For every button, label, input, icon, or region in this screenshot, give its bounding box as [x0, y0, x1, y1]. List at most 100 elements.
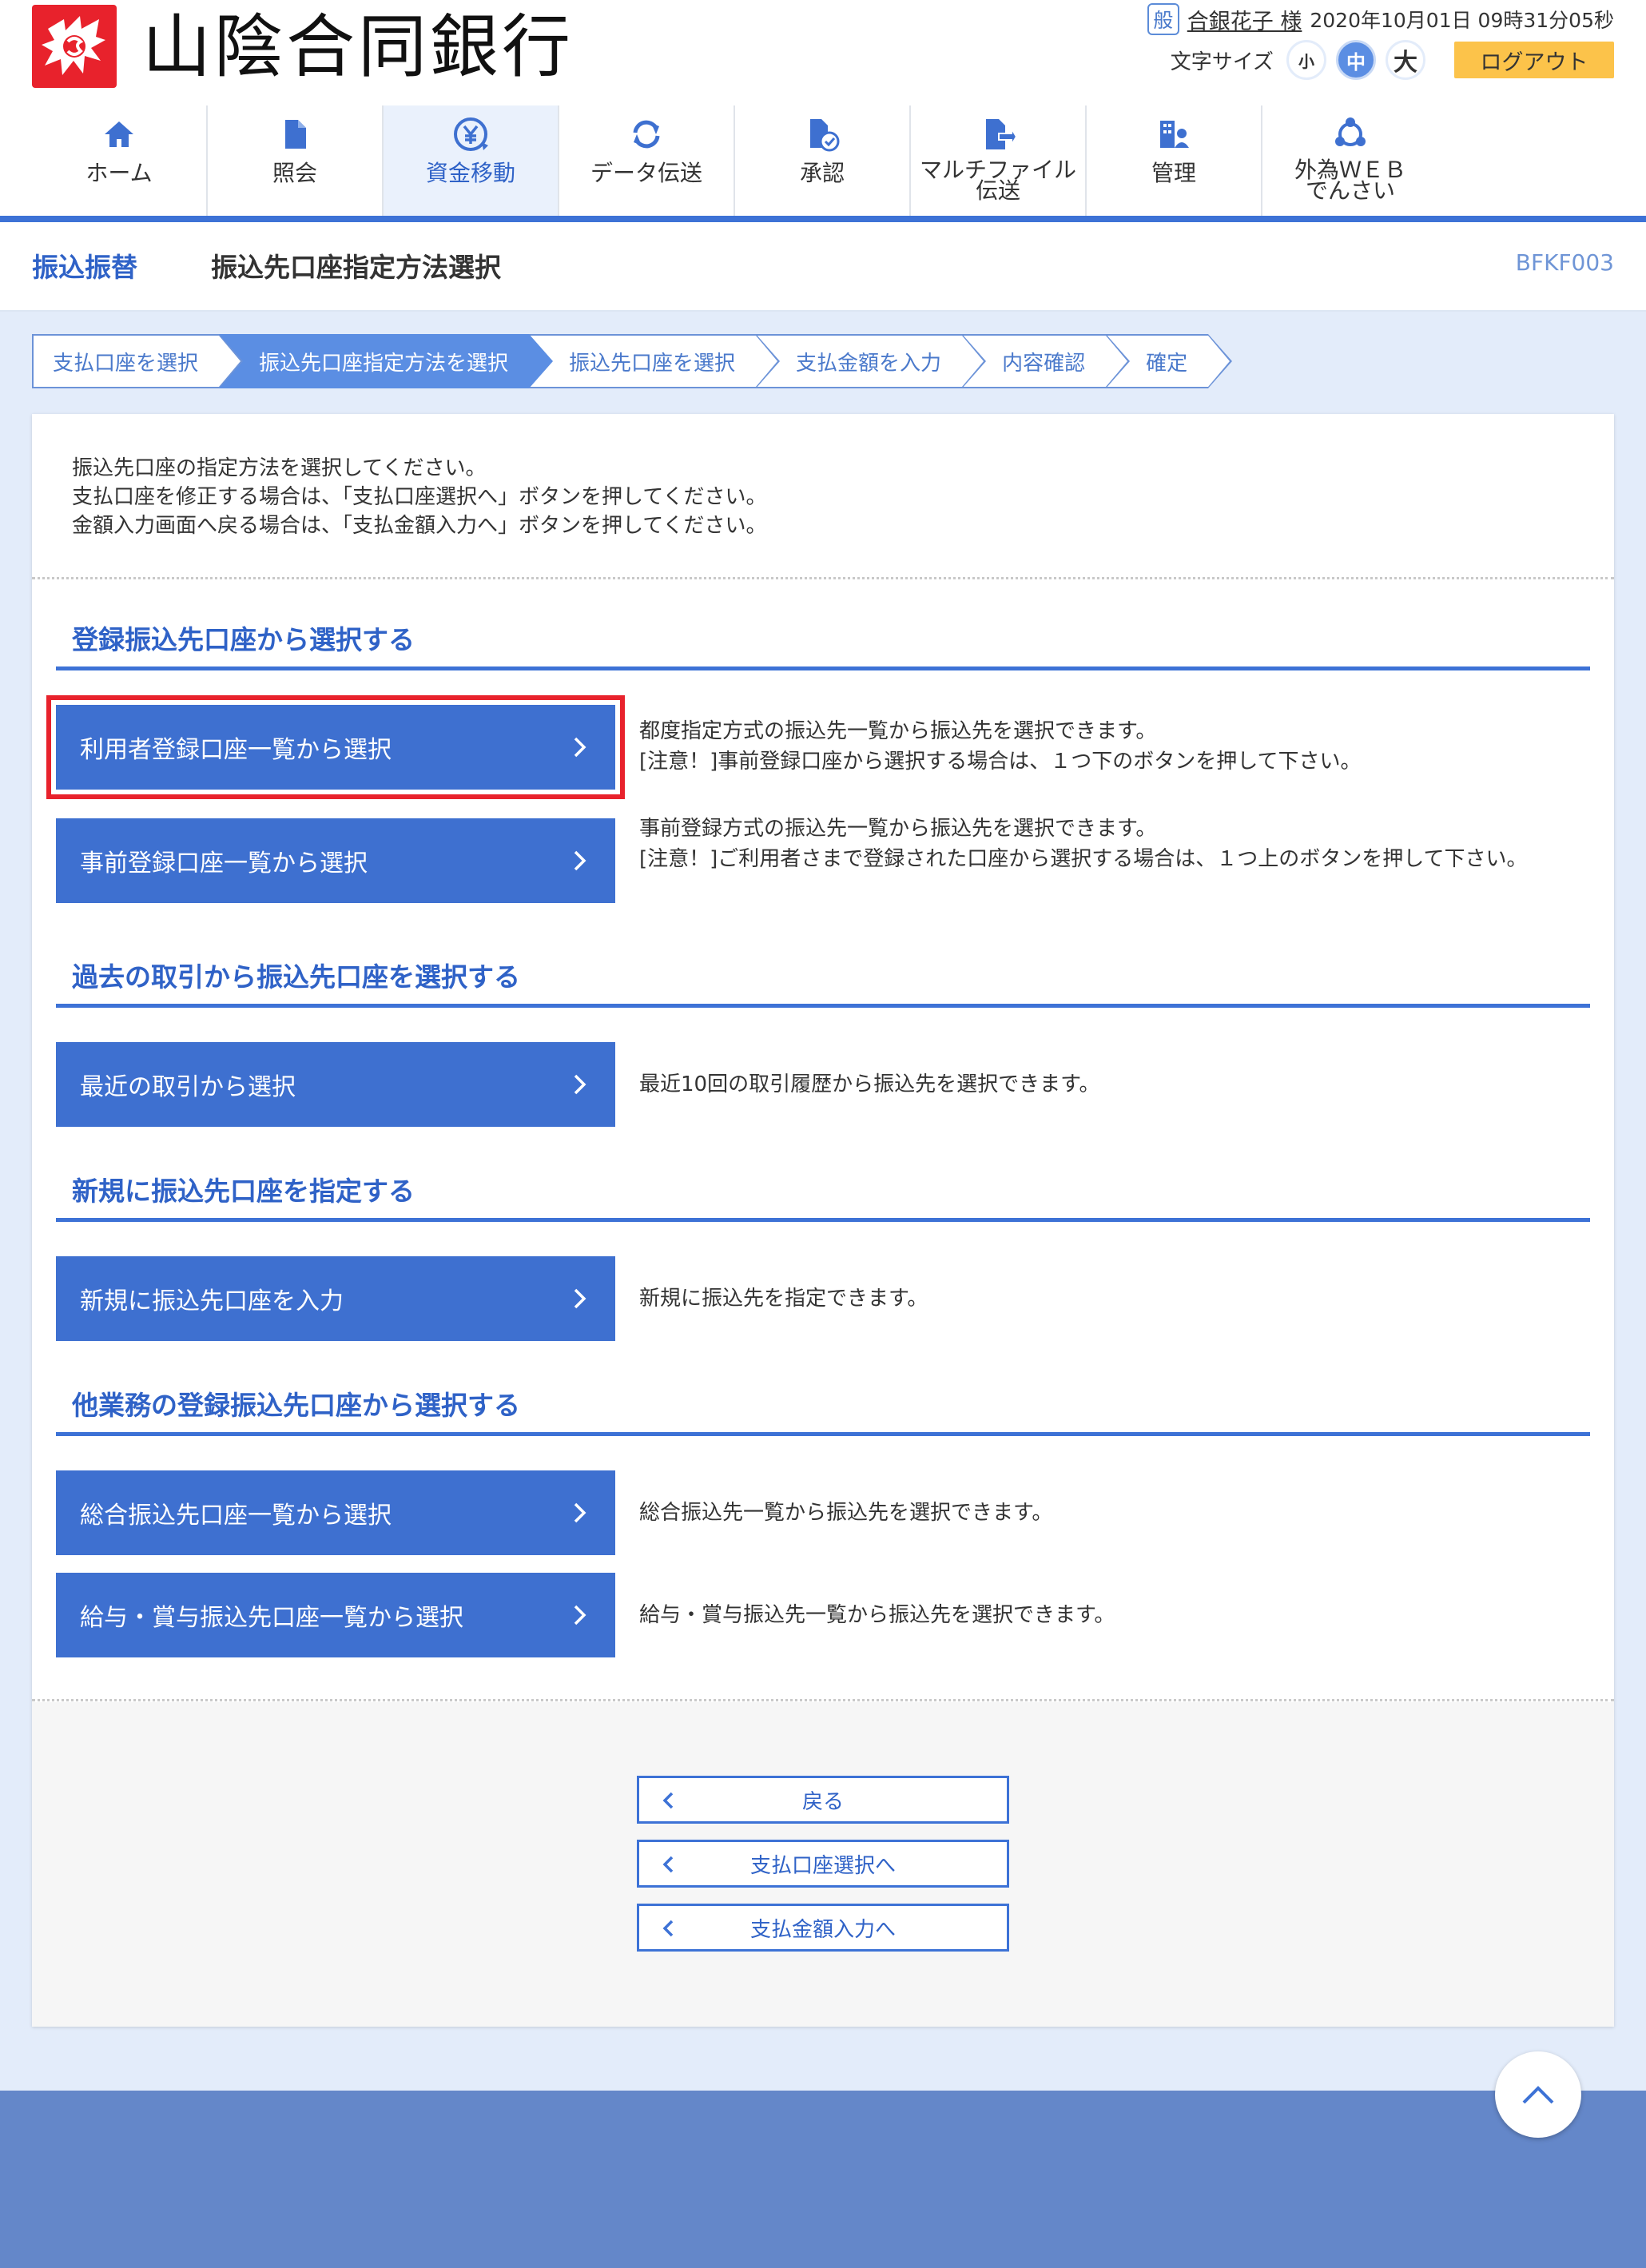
file-transfer-icon: [977, 113, 1019, 155]
section-title-registered: 登録振込先口座から選択する: [72, 624, 415, 655]
screen-id: BFKF003: [1515, 249, 1614, 276]
select-from-recent-transactions-button[interactable]: 最近の取引から選択: [56, 1042, 615, 1127]
page-header: 振込振替 振込先口座指定方法選択 BFKF003: [0, 222, 1646, 312]
nav-label: 照会: [272, 160, 317, 186]
font-size-large-button[interactable]: 大: [1386, 40, 1425, 80]
chevron-right-icon: [574, 1502, 586, 1523]
footer-button-area: 戻る 支払口座選択へ 支払金額入力へ: [32, 1702, 1614, 2027]
network-icon: [1330, 113, 1371, 155]
bank-logo-icon: [32, 5, 117, 88]
progress-steps: 支払口座を選択 振込先口座指定方法を選択 振込先口座を選択 支払金額を入力 内容…: [32, 334, 1233, 388]
section-underline: [56, 1004, 1590, 1008]
general-transfer-description: 総合振込先一覧から振込先を選択できます。: [639, 1501, 1053, 1525]
logout-button[interactable]: ログアウト: [1454, 42, 1614, 78]
step-select-payee-account: 振込先口座を選択: [529, 334, 781, 388]
salary-bonus-description: 給与・賞与振込先一覧から振込先を選択できます。: [639, 1603, 1115, 1627]
chevron-right-icon: [574, 850, 586, 871]
pre-registered-description: 事前登録方式の振込先一覧から振込先を選択できます。 [注意！]ご利用者さまで登録…: [639, 814, 1574, 874]
nav-label: マルチファイル 伝送: [919, 157, 1076, 204]
nav-item-home[interactable]: ホーム: [32, 105, 208, 216]
chevron-left-icon: [662, 1856, 674, 1873]
user-type-badge: 般: [1147, 3, 1179, 35]
user-info: 般 合銀花子 様 2020年10月01日 09時31分05秒: [1147, 3, 1614, 35]
nav-label: 承認: [799, 160, 845, 186]
font-size-switcher: 文字サイズ 小 中 大 ログアウト: [1171, 38, 1614, 82]
home-icon: [98, 113, 140, 155]
chevron-right-icon: [574, 1288, 586, 1309]
description-line: [注意！]事前登録口座から選択する場合は、１つ下のボタンを押して下さい。: [639, 750, 1362, 774]
description-line: 都度指定方式の振込先一覧から振込先を選択できます。: [639, 719, 1157, 743]
description-line: 事前登録方式の振込先一覧から振込先を選択できます。: [639, 817, 1157, 841]
sync-icon: [626, 113, 667, 155]
step-select-method: 振込先口座指定方法を選択: [219, 334, 554, 388]
button-label: 利用者登録口座一覧から選択: [80, 736, 392, 764]
chevron-right-icon: [574, 1605, 586, 1625]
section-underline: [56, 1432, 1590, 1436]
nav-label: ホーム: [85, 160, 153, 186]
building-user-icon: [1153, 113, 1195, 155]
nav-item-approval[interactable]: 承認: [735, 105, 911, 216]
select-from-salary-bonus-button[interactable]: 給与・賞与振込先口座一覧から選択: [56, 1573, 615, 1657]
description-line: [注意！]ご利用者さまで登録された口座から選択する場合は、１つ上のボタンを押して…: [639, 847, 1528, 871]
header: 山陰合同銀行 般 合銀花子 様 2020年10月01日 09時31分05秒 文字…: [0, 0, 1646, 104]
select-from-user-registered-button[interactable]: 利用者登録口座一覧から選択: [46, 695, 625, 799]
to-payment-account-button[interactable]: 支払口座選択へ: [637, 1840, 1009, 1888]
section-title-history: 過去の取引から振込先口座を選択する: [72, 961, 520, 993]
instruction-line: 振込先口座の指定方法を選択してください。: [72, 456, 487, 480]
scroll-to-top-button[interactable]: [1495, 2051, 1581, 2138]
instruction-line: 金額入力画面へ戻る場合は、「支払金額入力へ」ボタンを押してください。: [72, 514, 767, 538]
nav-item-fund-transfer[interactable]: 資金移動: [384, 105, 559, 216]
chevron-left-icon: [662, 1792, 674, 1809]
button-label: 事前登録口座一覧から選択: [80, 850, 368, 877]
divider: [32, 577, 1614, 579]
nav-label: データ伝送: [590, 160, 702, 186]
to-payment-amount-button[interactable]: 支払金額入力へ: [637, 1904, 1009, 1952]
nav-item-data-transmission[interactable]: データ伝送: [559, 105, 735, 216]
select-from-general-transfer-button[interactable]: 総合振込先口座一覧から選択: [56, 1470, 615, 1555]
global-nav: ホーム 照会 資金移動 データ伝送 承認 マルチファイル 伝送 管理 外為ＷＥＢ…: [32, 105, 1438, 216]
section-title-other-business: 他業務の登録振込先口座から選択する: [72, 1390, 520, 1421]
user-name-link[interactable]: 合銀花子 様: [1187, 4, 1302, 35]
yen-transfer-icon: [450, 113, 491, 155]
button-label: 給与・賞与振込先口座一覧から選択: [80, 1604, 463, 1632]
section-underline: [56, 1218, 1590, 1222]
select-from-pre-registered-button[interactable]: 事前登録口座一覧から選択: [56, 818, 615, 903]
button-label: 新規に振込先口座を入力: [80, 1287, 344, 1315]
bank-name: 山陰合同銀行: [142, 7, 574, 87]
instructions: 振込先口座の指定方法を選択してください。 支払口座を修正する場合は、「支払口座選…: [72, 454, 766, 540]
section-underline: [56, 666, 1590, 670]
chevron-left-icon: [662, 1920, 674, 1937]
button-label: 総合振込先口座一覧から選択: [80, 1502, 392, 1530]
chevron-right-icon: [574, 1074, 586, 1095]
button-label: 支払金額入力へ: [749, 1917, 896, 1942]
instruction-line: 支払口座を修正する場合は、「支払口座選択へ」ボタンを押してください。: [72, 485, 767, 509]
step-select-payment-account: 支払口座を選択: [32, 334, 244, 388]
button-label: 戻る: [801, 1789, 844, 1814]
approval-icon: [801, 113, 843, 155]
input-new-payee-account-button[interactable]: 新規に振込先口座を入力: [56, 1256, 615, 1341]
section-title-new: 新規に振込先口座を指定する: [72, 1176, 415, 1207]
user-registered-description: 都度指定方式の振込先一覧から振込先を選択できます。 [注意！]事前登録口座から選…: [639, 716, 1574, 777]
nav-label: 管理: [1151, 160, 1196, 186]
font-size-medium-button[interactable]: 中: [1336, 40, 1376, 80]
footer: [0, 2091, 1646, 2268]
recent-transactions-description: 最近10回の取引履歴から振込先を選択できます。: [639, 1072, 1100, 1096]
new-payee-description: 新規に振込先を指定できます。: [639, 1287, 928, 1311]
nav-item-management[interactable]: 管理: [1087, 105, 1262, 216]
nav-item-forex-web-densai[interactable]: 外為ＷＥＢ でんさい: [1262, 105, 1438, 216]
content-panel: 振込先口座の指定方法を選択してください。 支払口座を修正する場合は、「支払口座選…: [32, 414, 1614, 2027]
font-size-label: 文字サイズ: [1170, 50, 1274, 74]
chevron-up-icon: [1522, 2086, 1554, 2104]
divider: [32, 1699, 1614, 1701]
nav-label: 資金移動: [425, 160, 515, 186]
button-label: 支払口座選択へ: [749, 1853, 896, 1878]
step-input-amount: 支払金額を入力: [756, 334, 987, 388]
button-label: 最近の取引から選択: [80, 1073, 296, 1101]
back-button[interactable]: 戻る: [637, 1776, 1009, 1824]
font-size-small-button[interactable]: 小: [1286, 40, 1326, 80]
page-title: 振込先口座指定方法選択: [211, 252, 501, 283]
nav-item-inquiry[interactable]: 照会: [208, 105, 384, 216]
nav-label: 外為ＷＥＢ でんさい: [1294, 157, 1406, 204]
document-icon: [274, 113, 316, 155]
nav-item-multifile-transmission[interactable]: マルチファイル 伝送: [911, 105, 1087, 216]
